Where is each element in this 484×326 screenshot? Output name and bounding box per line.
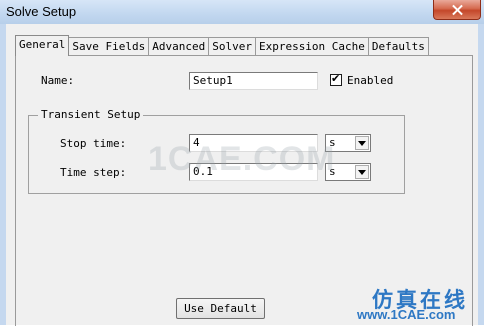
tab-save-fields[interactable]: Save Fields (68, 37, 150, 56)
name-input[interactable]: Setup1 (189, 72, 318, 90)
tab-strip: General Save Fields Advanced Solver Expr… (15, 35, 429, 56)
tab-expression-cache[interactable]: Expression Cache (254, 37, 369, 56)
transient-setup-title: Transient Setup (38, 108, 144, 121)
enabled-label: Enabled (347, 74, 394, 87)
name-label: Name: (41, 74, 75, 87)
tab-advanced[interactable]: Advanced (148, 37, 210, 56)
time-step-label: Time step: (60, 166, 127, 179)
chevron-down-icon[interactable] (355, 136, 369, 150)
watermark-text: 1CAE.COM (148, 140, 336, 178)
chevron-down-icon[interactable] (355, 165, 369, 179)
close-icon[interactable] (433, 0, 481, 20)
window-title: Solve Setup (6, 4, 77, 19)
watermark-logo-url: www.1CAE.com (357, 307, 456, 322)
window-frame-right (478, 24, 484, 325)
enabled-checkbox[interactable]: ✔ (330, 72, 342, 86)
title-bar: Solve Setup (0, 0, 484, 24)
tab-general[interactable]: General (15, 35, 70, 56)
use-default-button[interactable]: Use Default (176, 298, 265, 319)
tab-defaults[interactable]: Defaults (367, 37, 429, 56)
tab-solver[interactable]: Solver (208, 37, 256, 56)
solve-setup-dialog: Solve Setup General Save Fields Advanced… (0, 0, 484, 326)
stop-time-label: Stop time: (60, 137, 127, 150)
checkmark-icon: ✔ (331, 72, 341, 85)
